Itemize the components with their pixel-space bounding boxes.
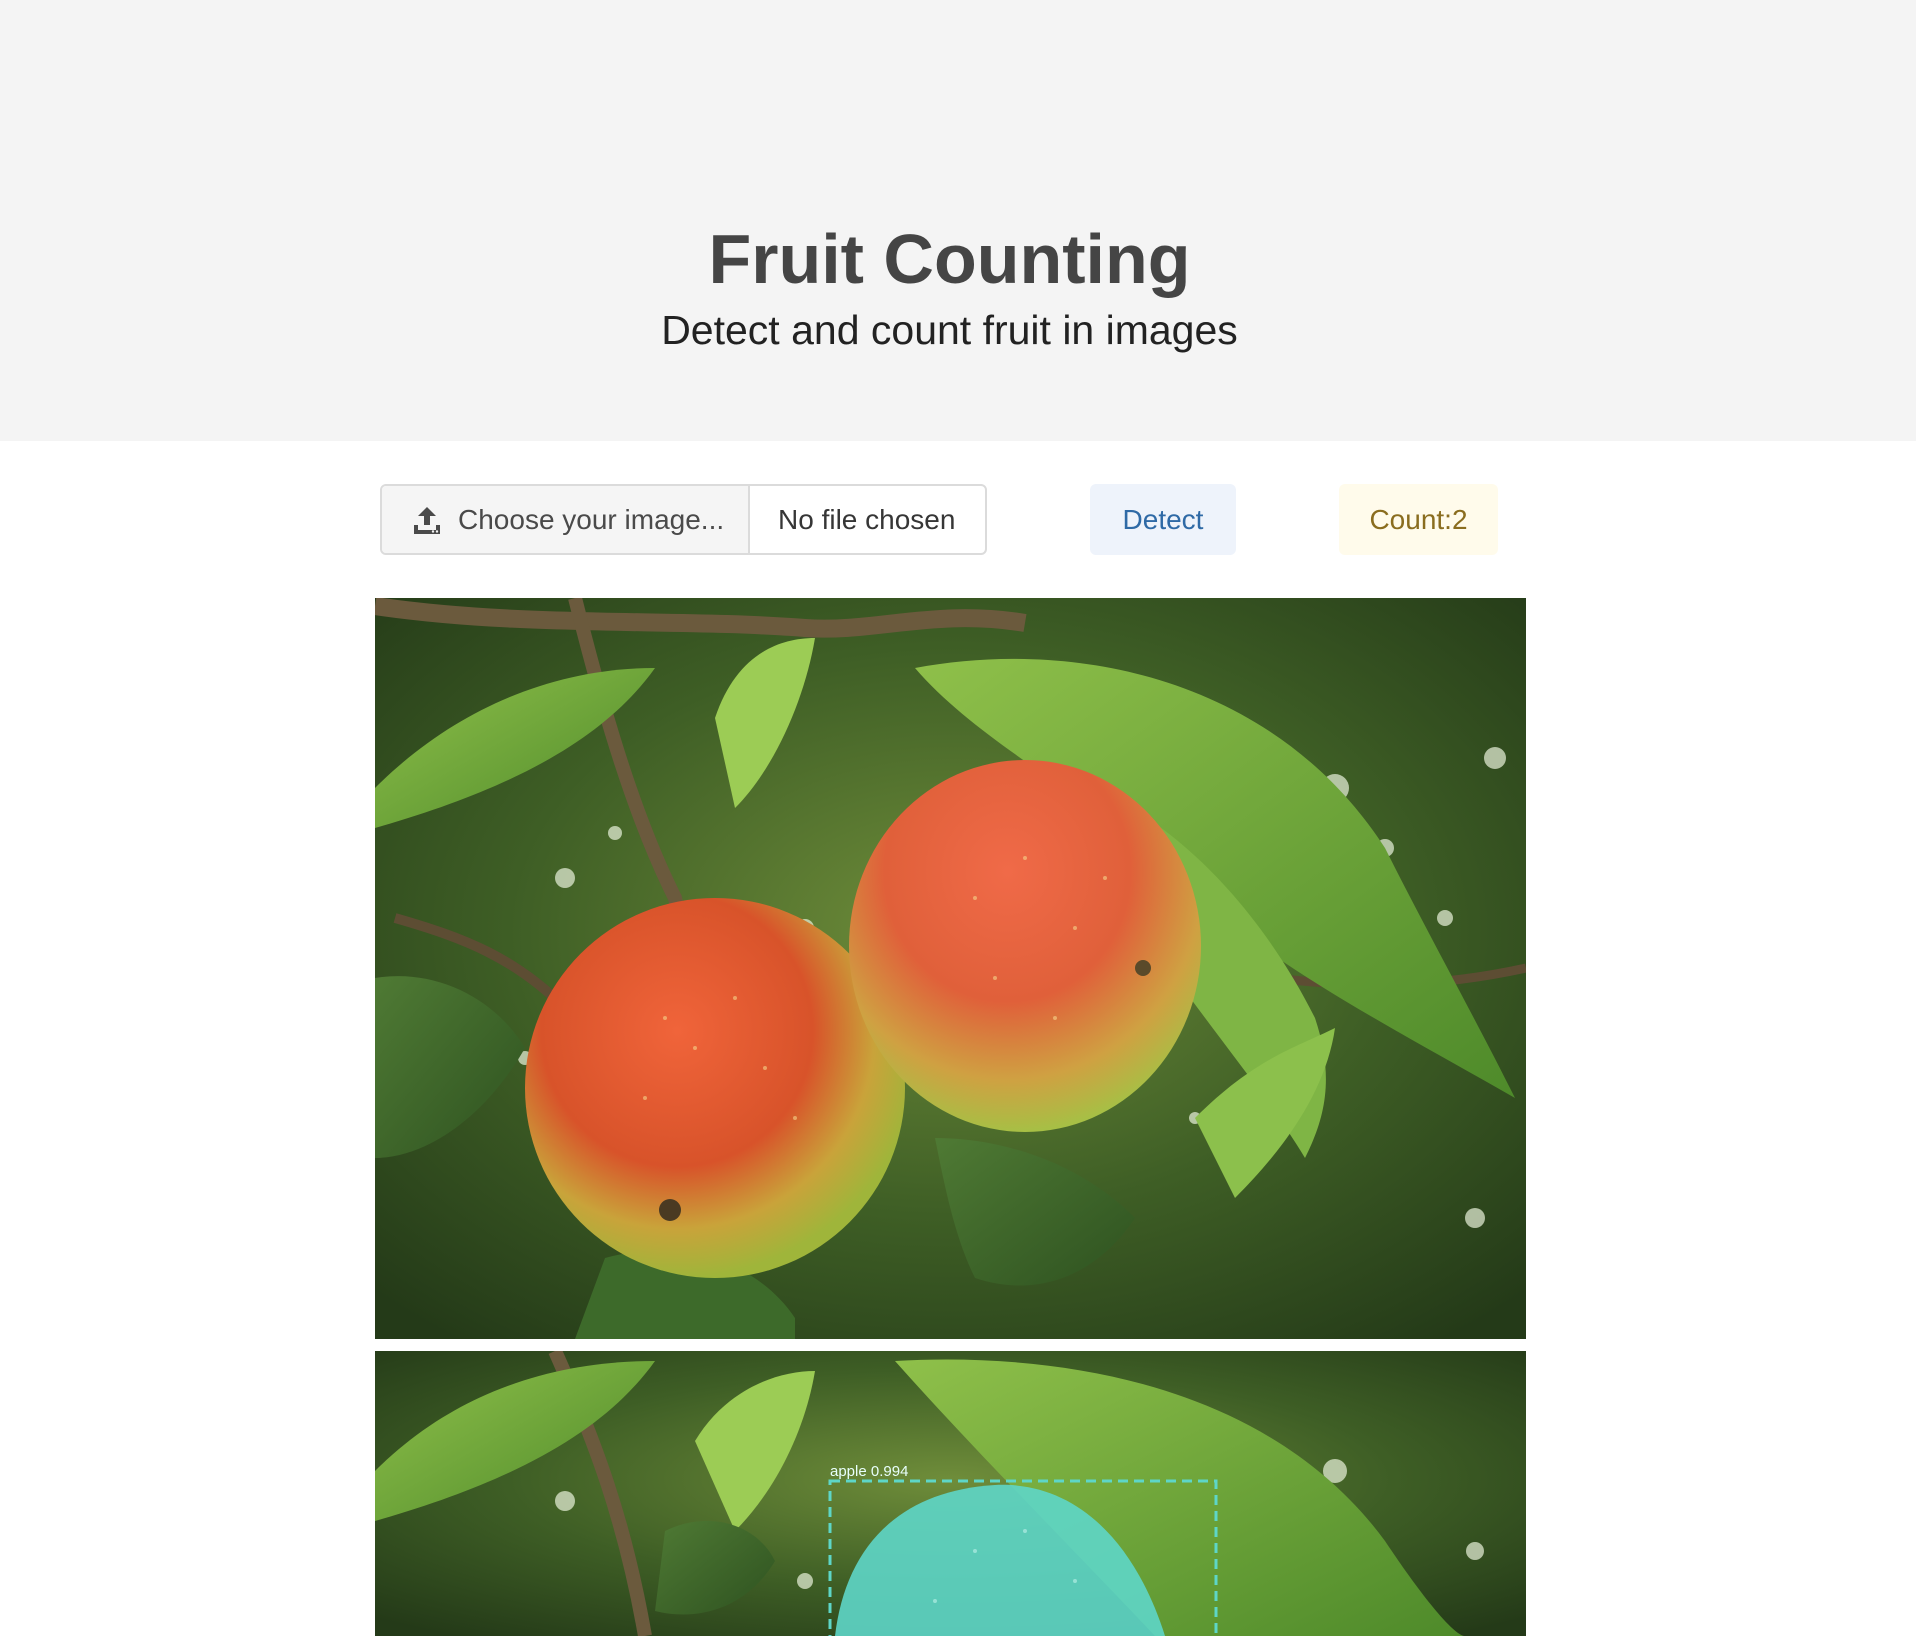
detection-result-image: apple 0.994	[375, 1351, 1526, 1636]
upload-icon	[414, 506, 440, 534]
file-name: No file chosen	[778, 503, 956, 535]
count-badge: Count:2	[1339, 484, 1498, 555]
page-subtitle: Detect and count fruit in images	[661, 307, 1238, 353]
hero-section: Fruit Counting Detect and count fruit in…	[0, 0, 1916, 441]
detection-label: apple 0.994	[830, 1463, 908, 1480]
file-upload[interactable]: Choose your image... No file chosen	[380, 484, 987, 555]
original-image	[375, 598, 1526, 1339]
detect-button[interactable]: Detect	[1090, 484, 1236, 555]
choose-image-button[interactable]: Choose your image...	[382, 486, 750, 553]
choose-image-label: Choose your image...	[458, 503, 725, 535]
page-title: Fruit Counting	[708, 220, 1191, 298]
